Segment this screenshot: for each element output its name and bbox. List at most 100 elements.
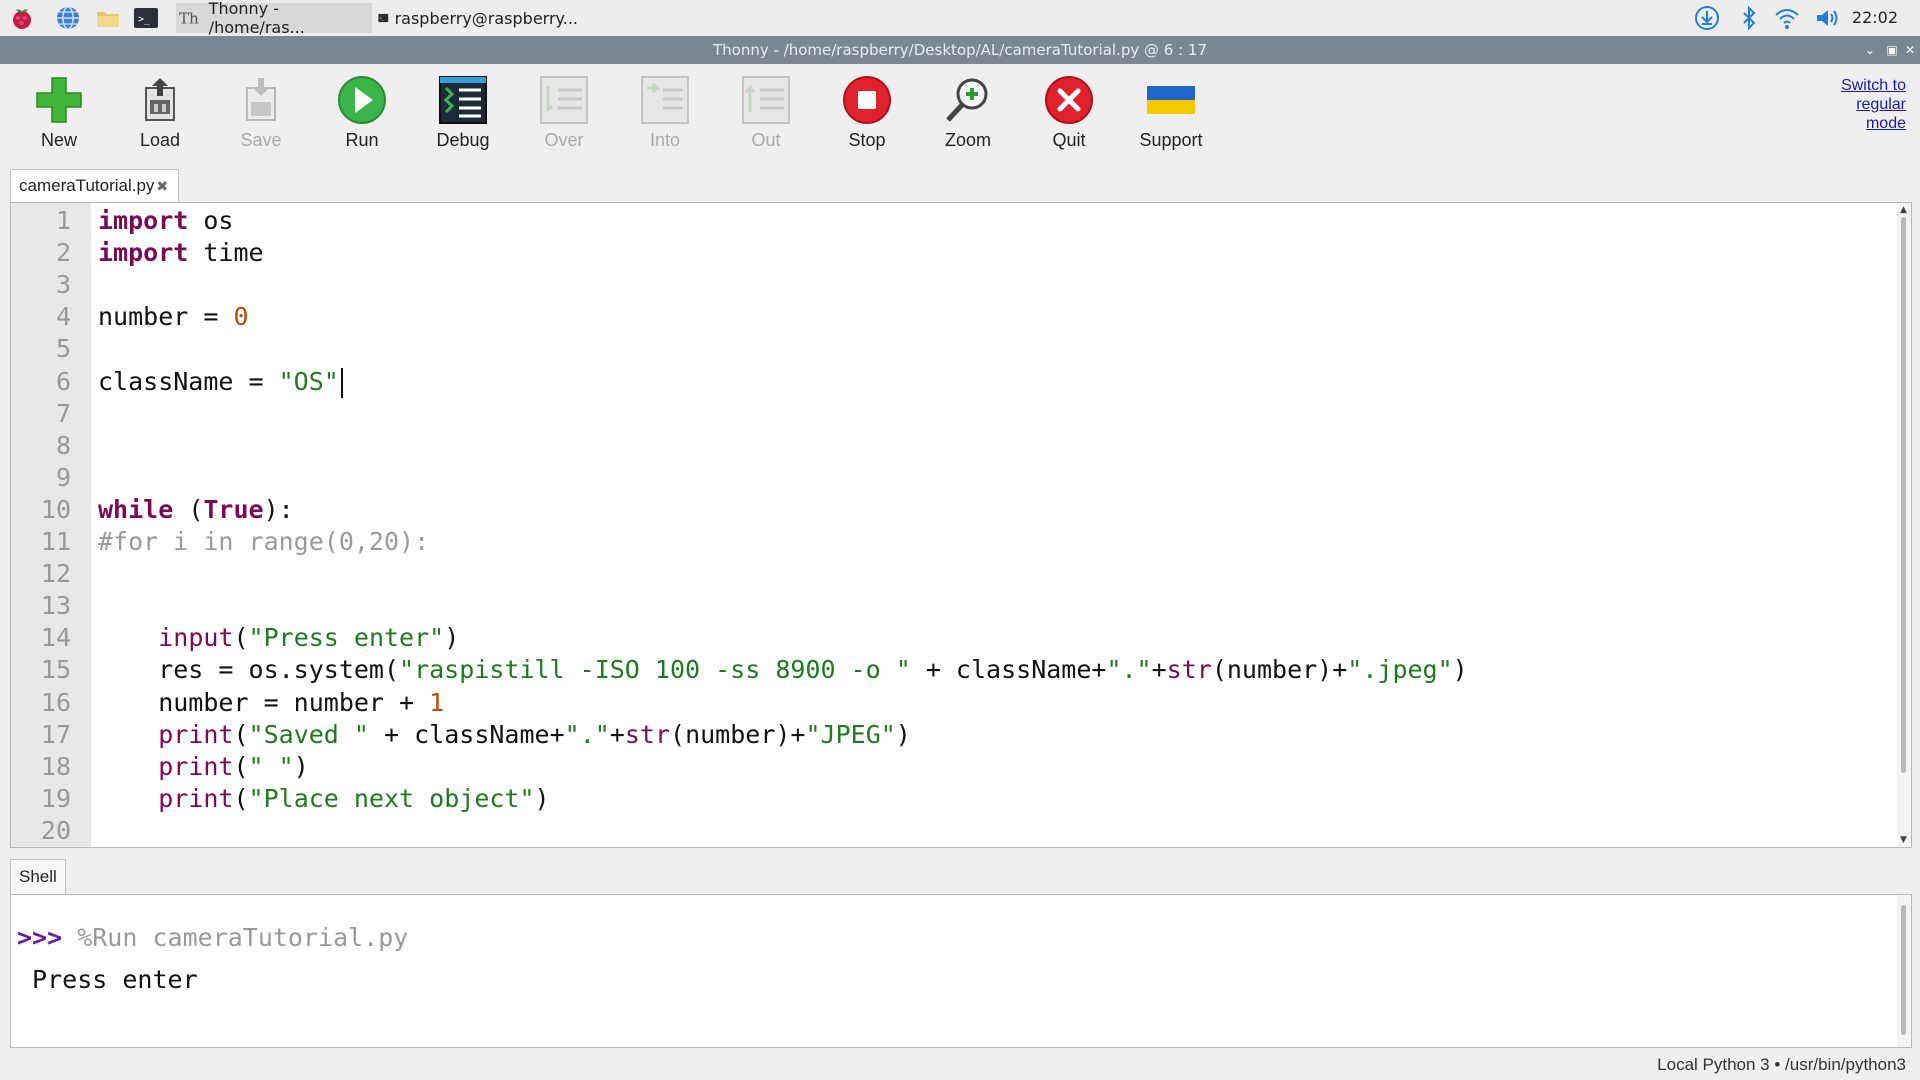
terminal-icon: >_	[378, 13, 389, 23]
line-number: 20	[40, 815, 71, 845]
quit-button[interactable]: Quit	[1019, 74, 1119, 151]
new-file-icon	[36, 77, 82, 123]
line-number: 2	[55, 238, 71, 268]
code-line: number = number + 1	[98, 688, 444, 717]
svg-text:Th: Th	[179, 10, 199, 28]
clock[interactable]: 22:02	[1852, 0, 1898, 36]
code-token: ".jpeg"	[1347, 655, 1453, 685]
load-button[interactable]: Load	[110, 74, 210, 151]
zoom-icon	[946, 78, 988, 122]
shell-command-line: >>> %Run cameraTutorial.py	[17, 923, 408, 952]
code-token: "Press enter"	[248, 623, 445, 653]
code-token: #for i in range(0,20):	[98, 527, 430, 556]
step-over-icon	[540, 76, 588, 124]
line-number: 7	[55, 398, 71, 428]
code-token: import	[98, 206, 189, 235]
minimize-icon[interactable]: ⌄	[1860, 36, 1880, 64]
code-line: res = os.system("raspistill -ISO 100 -ss…	[98, 655, 1468, 684]
shell-scrollbar-thumb[interactable]	[1901, 905, 1906, 1035]
line-number: 4	[55, 302, 71, 332]
code-line: print("Saved " + className+"."+str(numbe…	[98, 720, 911, 749]
line-number: 12	[40, 559, 71, 589]
line-number: 16	[40, 687, 71, 717]
step-out-icon	[742, 76, 790, 124]
debug-button[interactable]: Debug	[413, 74, 513, 151]
editor-tab[interactable]: cameraTutorial.py ✖	[10, 169, 180, 202]
line-number: 1	[55, 206, 71, 235]
save-button[interactable]: Save	[211, 74, 311, 151]
code-line: #for i in range(0,20):	[98, 527, 429, 556]
switch-mode-link[interactable]: Switch to regular mode	[1841, 76, 1906, 133]
code-token: "OS"	[278, 366, 339, 396]
volume-icon[interactable]	[1814, 5, 1840, 31]
thonny-icon: Th	[179, 10, 199, 28]
interpreter-status[interactable]: Local Python 3 • /usr/bin/python3	[1657, 1050, 1906, 1080]
task-label: raspberry@raspberry...	[394, 8, 578, 28]
line-number: 17	[40, 719, 71, 749]
line-number: 11	[40, 527, 71, 556]
editor-scrollbar[interactable]: ▲ ▼	[1897, 203, 1911, 847]
shell-tab[interactable]: Shell	[10, 859, 66, 894]
new-button[interactable]: New	[9, 74, 109, 151]
stop-button[interactable]: Stop	[817, 74, 917, 151]
code-line: className = "OS"	[98, 367, 339, 396]
editor-tab-label: cameraTutorial.py	[19, 176, 155, 195]
code-token: 0	[233, 302, 249, 332]
folder-icon[interactable]	[94, 4, 122, 32]
code-token: "."	[564, 719, 610, 749]
window-titlebar[interactable]: Thonny - /home/raspberry/Desktop/AL/came…	[0, 36, 1920, 64]
task-label: Thonny - /home/ras...	[208, 0, 305, 37]
updates-icon[interactable]	[1694, 5, 1720, 31]
raspberry-menu-icon[interactable]	[8, 4, 36, 32]
code-line: while (True):	[98, 495, 294, 524]
code-token: print	[158, 751, 234, 781]
svg-text:>_: >_	[380, 17, 385, 21]
maximize-icon[interactable]: ▣	[1882, 36, 1902, 64]
line-number: 8	[55, 430, 71, 460]
code-token: )	[1452, 655, 1468, 685]
step-into-button[interactable]: Into	[615, 74, 715, 151]
code-token: "JPEG"	[805, 719, 896, 749]
code-token: )	[534, 783, 550, 813]
line-number: 15	[40, 655, 71, 685]
web-browser-icon[interactable]	[54, 4, 82, 32]
shell-panel[interactable]: >>> %Run cameraTutorial.py Press enter	[10, 894, 1912, 1048]
line-number: 9	[55, 462, 71, 492]
zoom-button[interactable]: Zoom	[918, 74, 1018, 151]
code-token: res = os.system(	[98, 655, 400, 685]
support-button[interactable]: Support	[1121, 74, 1221, 151]
editor-scrollbar-thumb[interactable]	[1901, 217, 1906, 773]
code-token: (number)+	[670, 719, 806, 749]
shell-scrollbar[interactable]	[1897, 895, 1911, 1047]
line-number: 19	[40, 783, 71, 813]
scroll-up-icon[interactable]: ▲	[1900, 205, 1907, 215]
terminal-icon[interactable]: >_	[132, 4, 160, 32]
taskbar-task-thonny[interactable]: Th Thonny - /home/ras...	[176, 0, 372, 37]
code-token: True	[203, 494, 264, 524]
step-over-button[interactable]: Over	[514, 74, 614, 151]
step-out-button[interactable]: Out	[716, 74, 816, 151]
run-button[interactable]: Run	[312, 74, 412, 151]
text-cursor	[341, 367, 343, 398]
save-icon	[246, 78, 276, 121]
code-token: 1	[429, 687, 445, 717]
close-tab-icon[interactable]: ✖	[156, 178, 168, 194]
code-editor[interactable]: 1 2 3 4 5 6 7 8 9 10 11 12 13 14 15 16 17 18 19 20 import o…	[10, 202, 1912, 848]
scroll-down-icon[interactable]: ▼	[1900, 835, 1907, 845]
step-into-icon	[641, 76, 689, 124]
code-token: +	[1151, 655, 1167, 685]
taskbar-task-terminal[interactable]: >_ raspberry@raspberry...	[378, 3, 578, 33]
svg-text:>_: >_	[138, 14, 151, 25]
close-icon[interactable]: ✕	[1900, 36, 1920, 64]
code-token: while	[98, 494, 174, 524]
wifi-icon[interactable]	[1774, 5, 1800, 31]
code-token: import	[98, 238, 189, 268]
code-line: import time	[98, 238, 264, 267]
line-number: 18	[40, 751, 71, 781]
code-token: ):	[263, 494, 294, 524]
bluetooth-icon[interactable]	[1736, 5, 1762, 31]
code-token: "."	[1106, 655, 1152, 685]
code-token: (	[233, 623, 249, 653]
